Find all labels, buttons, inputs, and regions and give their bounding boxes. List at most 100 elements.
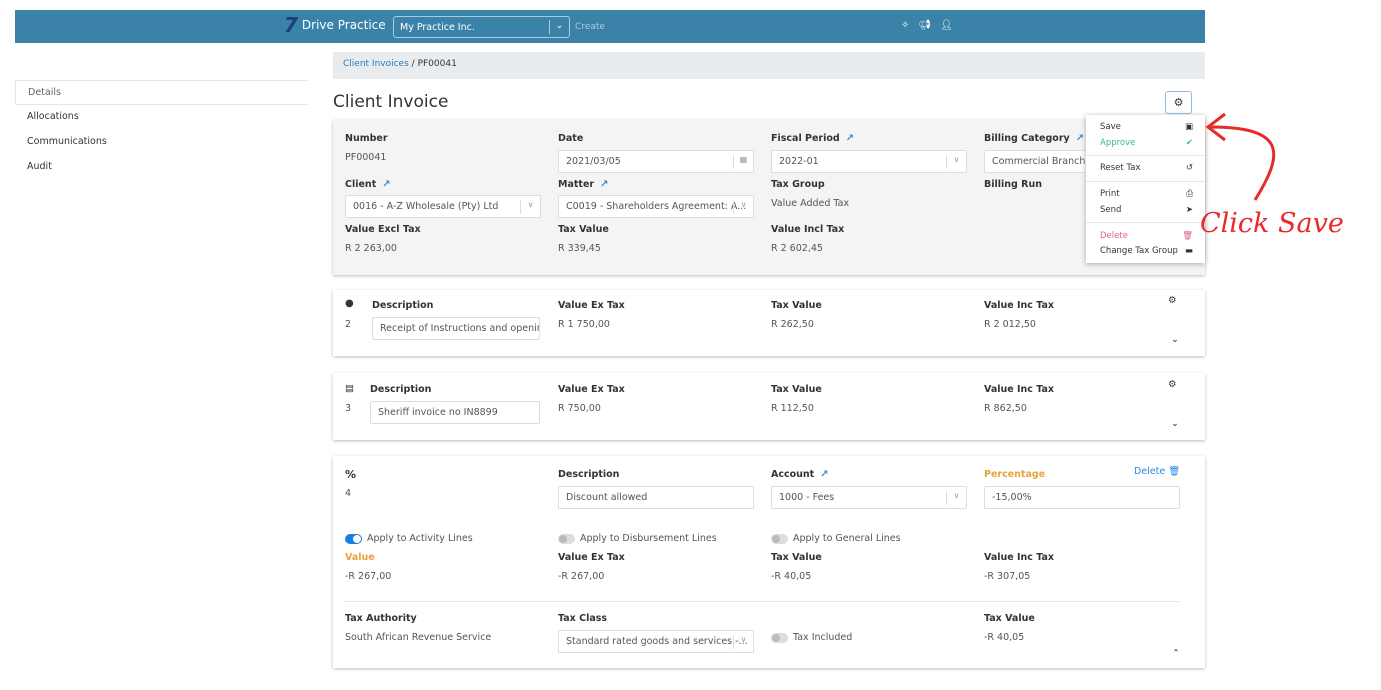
- fiscal-period-select[interactable]: 2022-01 ∨: [771, 150, 967, 173]
- toggle-switch[interactable]: [345, 533, 362, 544]
- file-icon: ▤: [345, 383, 354, 394]
- value-excl-label: Value Excl Tax: [345, 224, 421, 235]
- description-label: Description: [558, 469, 620, 480]
- percent-icon: %: [345, 468, 357, 481]
- account-text: Account: [771, 469, 815, 480]
- magic-icon[interactable]: ✧: [901, 20, 909, 31]
- percentage-label: Percentage: [984, 469, 1046, 480]
- discount-line: % 4 Description Discount allowed Account…: [333, 456, 1205, 668]
- tax-group-value: Value Added Tax: [771, 198, 850, 209]
- description-input[interactable]: Sheriff invoice no IN8899: [370, 401, 540, 424]
- delete-label: Delete: [1100, 231, 1128, 241]
- client-value: 0016 - A-Z Wholesale (Pty) Ltd: [353, 201, 499, 212]
- account-value: 1000 - Fees: [779, 492, 835, 503]
- breadcrumb-client-invoices[interactable]: Client Invoices: [343, 59, 409, 69]
- menu-item-change-tax-group[interactable]: Change Tax Group ▬: [1100, 246, 1193, 256]
- value-excl: R 2 263,00: [345, 243, 397, 254]
- divider: [1086, 155, 1205, 156]
- sidebar-item-audit[interactable]: Audit: [15, 155, 307, 180]
- megaphone-icon[interactable]: 📢︎: [918, 20, 931, 31]
- tax-included-toggle[interactable]: Tax Included: [771, 632, 852, 643]
- toggle-switch[interactable]: [558, 533, 575, 544]
- tax-value-label: Tax Value: [771, 300, 822, 311]
- apply-general-label: Apply to General Lines: [793, 533, 901, 544]
- apply-activity-toggle[interactable]: Apply to Activity Lines: [345, 533, 473, 544]
- value-ex: -R 267,00: [558, 571, 605, 582]
- actions-menu: Save ▣ Approve ✔ Reset Tax ↺ Print ⎙ Send ➤ D…: [1086, 115, 1205, 263]
- gear-icon[interactable]: ⚙: [1168, 295, 1177, 306]
- client-select[interactable]: 0016 - A-Z Wholesale (Pty) Ltd ∨: [345, 195, 541, 218]
- value-ex-label: Value Ex Tax: [558, 300, 625, 311]
- billing-category-select[interactable]: Commercial Branch A: [984, 150, 1094, 173]
- menu-item-approve[interactable]: Approve ✔: [1100, 138, 1193, 148]
- sidebar-item-allocations[interactable]: Allocations: [15, 105, 307, 130]
- value-inc: -R 307,05: [984, 571, 1031, 582]
- invoice-header-card: Number PF00041 Date 2021/03/05 ▦ Fiscal P…: [333, 120, 1205, 275]
- settings-gear-button[interactable]: ⚙: [1165, 91, 1192, 114]
- menu-item-delete[interactable]: Delete 🗑︎: [1100, 231, 1193, 241]
- description-input[interactable]: Discount allowed: [558, 486, 754, 509]
- tax-value: -R 40,05: [771, 571, 812, 582]
- description-label: Description: [372, 300, 434, 311]
- external-link-icon[interactable]: ↗: [1076, 133, 1084, 144]
- top-bar: [15, 10, 1205, 43]
- matter-label: Matter ↗: [558, 179, 608, 190]
- apply-general-toggle[interactable]: Apply to General Lines: [771, 533, 901, 544]
- brand-name: Drive Practice: [301, 18, 386, 32]
- value-label: Value: [345, 552, 375, 563]
- date-input[interactable]: 2021/03/05 ▦: [558, 150, 754, 173]
- clock-icon: ●: [345, 298, 354, 309]
- menu-item-print[interactable]: Print ⎙: [1100, 189, 1193, 199]
- menu-item-reset-tax[interactable]: Reset Tax ↺: [1100, 163, 1193, 173]
- date-value: 2021/03/05: [566, 156, 621, 167]
- chevron-down-icon[interactable]: ⌄: [1171, 334, 1179, 345]
- billing-category-text: Billing Category: [984, 133, 1070, 144]
- brand-logo[interactable]: 7 Drive Practice: [284, 15, 386, 35]
- external-link-icon[interactable]: ↗: [382, 179, 390, 190]
- delete-button[interactable]: Delete 🗑︎: [1134, 466, 1180, 477]
- annotation-arrow: [1205, 112, 1276, 201]
- percentage-input[interactable]: -15,00%: [984, 486, 1180, 509]
- client-text: Client: [345, 179, 377, 190]
- save-label: Save: [1100, 122, 1121, 132]
- sidebar: Details Allocations Communications Audit: [15, 80, 307, 180]
- sidebar-item-communications[interactable]: Communications: [15, 130, 307, 155]
- page-title: Client Invoice: [333, 92, 449, 112]
- external-link-icon[interactable]: ↗: [820, 469, 828, 480]
- trash-icon: 🗑︎: [1182, 231, 1193, 241]
- practice-value: My Practice Inc.: [400, 22, 475, 33]
- description-input[interactable]: Receipt of Instructions and opening: [372, 317, 540, 340]
- value-incl-label: Value Incl Tax: [771, 224, 845, 235]
- toggle-switch[interactable]: [771, 533, 788, 544]
- value: -R 267,00: [345, 571, 392, 582]
- tax-class-select[interactable]: Standard rated goods and services -... ∨: [558, 630, 754, 653]
- chevron-down-icon: ∨: [733, 200, 753, 214]
- apply-disbursement-toggle[interactable]: Apply to Disbursement Lines: [558, 533, 717, 544]
- toggle-switch[interactable]: [771, 632, 788, 643]
- chevron-down-icon: ∨: [520, 200, 540, 214]
- description-label: Description: [370, 384, 432, 395]
- tax-value: -R 40,05: [984, 632, 1025, 643]
- user-icon[interactable]: 👤︎: [940, 20, 953, 31]
- chevron-up-icon[interactable]: ⌃: [1172, 648, 1180, 659]
- tax-group-label: Tax Group: [771, 179, 825, 190]
- tax-value-label: Tax Value: [984, 613, 1035, 624]
- matter-text: Matter: [558, 179, 595, 190]
- sidebar-item-details[interactable]: Details: [15, 80, 307, 105]
- breadcrumb: Client Invoices / PF00041: [333, 52, 1205, 79]
- menu-item-send[interactable]: Send ➤: [1100, 205, 1193, 215]
- invoice-line: ● 2 Description Receipt of Instructions …: [333, 290, 1205, 356]
- line-number: 4: [345, 488, 352, 499]
- calendar-icon[interactable]: ▦: [733, 155, 753, 169]
- apply-disbursement-label: Apply to Disbursement Lines: [580, 533, 717, 544]
- external-link-icon[interactable]: ↗: [846, 133, 854, 144]
- chevron-down-icon[interactable]: ⌄: [1171, 418, 1179, 429]
- matter-select[interactable]: C0019 - Shareholders Agreement: A... ∨: [558, 195, 754, 218]
- account-select[interactable]: 1000 - Fees ∨: [771, 486, 967, 509]
- gear-icon[interactable]: ⚙: [1168, 379, 1177, 390]
- menu-item-save[interactable]: Save ▣: [1100, 122, 1193, 132]
- value-incl: R 2 602,45: [771, 243, 823, 254]
- practice-select[interactable]: My Practice Inc. ⌄: [393, 16, 570, 38]
- create-link[interactable]: Create: [575, 22, 605, 32]
- external-link-icon[interactable]: ↗: [600, 179, 608, 190]
